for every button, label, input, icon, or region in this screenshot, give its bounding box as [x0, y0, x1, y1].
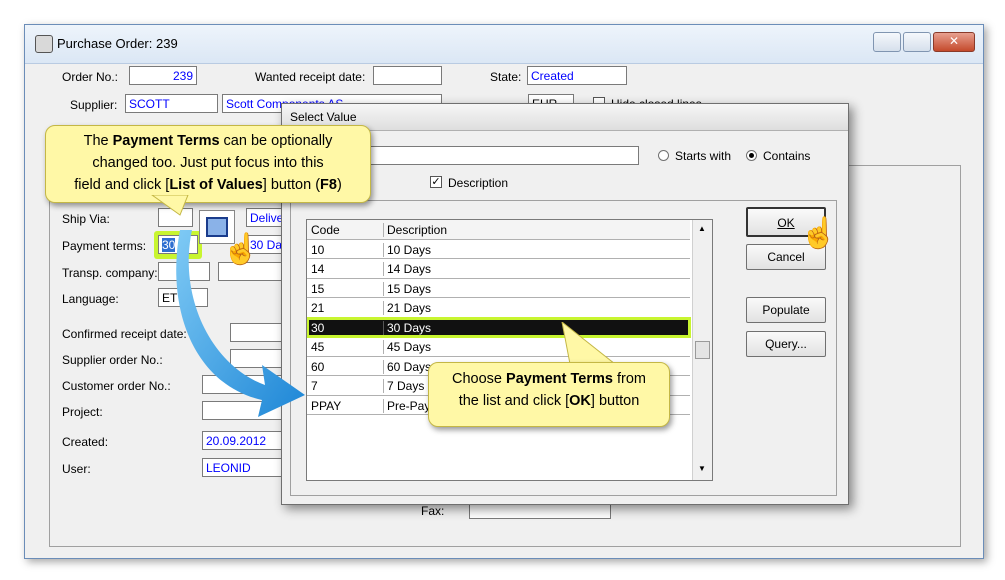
wanted-receipt-label: Wanted receipt date:: [255, 70, 366, 84]
confirmed-receipt-label: Confirmed receipt date:: [62, 327, 187, 341]
list-item[interactable]: 14 14 Days: [307, 259, 690, 279]
state-field[interactable]: Created: [527, 66, 627, 85]
query-button[interactable]: Query...: [746, 331, 826, 357]
row-description: 60 Days: [383, 359, 431, 374]
app-gear-icon: [35, 35, 53, 53]
order-no-label: Order No.:: [62, 70, 119, 84]
ok-label: OK: [777, 216, 795, 230]
hand-pointer-icon: ☝: [222, 233, 260, 266]
created-field[interactable]: 20.09.2012: [202, 431, 290, 450]
callout2-line1: Choose Payment Terms from: [452, 371, 646, 387]
list-item[interactable]: 45 45 Days: [307, 337, 690, 357]
callout2-line2: the list and click [OK] button: [458, 393, 640, 409]
col-description-header[interactable]: Description: [383, 223, 447, 237]
created-label: Created:: [62, 435, 109, 449]
language-label: Language:: [62, 292, 119, 306]
row-description: 45 Days: [383, 340, 431, 354]
row-description: 15 Days: [383, 281, 431, 296]
starts-with-label: Starts with: [675, 149, 732, 163]
contains-label: Contains: [763, 149, 811, 163]
row-description: 7 Days: [383, 379, 424, 393]
callout1-pointer: [151, 195, 189, 216]
callout1-line3: field and click [List of Values] button …: [74, 177, 342, 193]
user-field[interactable]: LEONID: [202, 458, 290, 477]
supplier-code-field[interactable]: SCOTT: [125, 94, 218, 113]
callout-payment-terms-hint: The Payment Terms can be optionally chan…: [45, 125, 371, 203]
minimize-button[interactable]: [873, 32, 901, 52]
user-label: User:: [62, 462, 91, 476]
callout1-line1: The Payment Terms can be optionally: [83, 133, 333, 149]
row-description: 30 Days: [383, 320, 431, 335]
row-description: 14 Days: [383, 262, 431, 276]
list-header: Code Description: [307, 220, 690, 240]
hand-pointer-icon: ☝: [800, 217, 838, 250]
scroll-thumb[interactable]: [695, 341, 710, 359]
callout1-line2: changed too. Just put focus into this: [92, 155, 324, 171]
customer-order-label: Customer order No.:: [62, 379, 171, 393]
order-no-field[interactable]: 239: [129, 66, 197, 85]
dialog-title: Select Value: [290, 110, 357, 124]
window-title: Purchase Order: 239: [57, 36, 178, 51]
title-bar: Purchase Order: 239 ✕: [25, 25, 983, 64]
scroll-down-icon[interactable]: ▼: [698, 464, 706, 473]
row-description: 10 Days: [383, 242, 431, 257]
list-item-selected[interactable]: 30 30 Days: [307, 316, 691, 338]
payment-terms-label: Payment terms:: [62, 239, 147, 253]
close-button[interactable]: ✕: [933, 32, 975, 52]
transp-company-label: Transp. company:: [62, 266, 158, 280]
row-description: 21 Days: [383, 301, 431, 315]
ship-via-label: Ship Via:: [62, 212, 110, 226]
value-list[interactable]: Code Description 10 10 Days 14 14 Days 15 1…: [306, 219, 713, 481]
list-item[interactable]: 15 15 Days: [307, 279, 690, 298]
maximize-button[interactable]: [903, 32, 931, 52]
fax-label: Fax:: [421, 504, 445, 518]
callout-choose-hint: Choose Payment Terms from the list and c…: [428, 362, 670, 427]
list-item[interactable]: 21 21 Days: [307, 298, 690, 318]
project-label: Project:: [62, 405, 103, 419]
list-item[interactable]: 10 10 Days: [307, 240, 690, 259]
scroll-up-icon[interactable]: ▲: [698, 224, 706, 233]
description-check-label: Description: [448, 176, 509, 190]
search-input[interactable]: [357, 146, 639, 165]
contains-radio[interactable]: [746, 150, 757, 161]
list-scrollbar[interactable]: ▲ ▼: [692, 220, 712, 480]
callout2-pointer: [561, 322, 616, 364]
description-checkbox[interactable]: ✓: [430, 176, 442, 188]
populate-button[interactable]: Populate: [746, 297, 826, 323]
supplier-order-label: Supplier order No.:: [62, 353, 163, 367]
state-label: State:: [490, 70, 522, 84]
supplier-label: Supplier:: [70, 98, 118, 112]
starts-with-radio[interactable]: [658, 150, 669, 161]
wanted-receipt-field[interactable]: [373, 66, 442, 85]
